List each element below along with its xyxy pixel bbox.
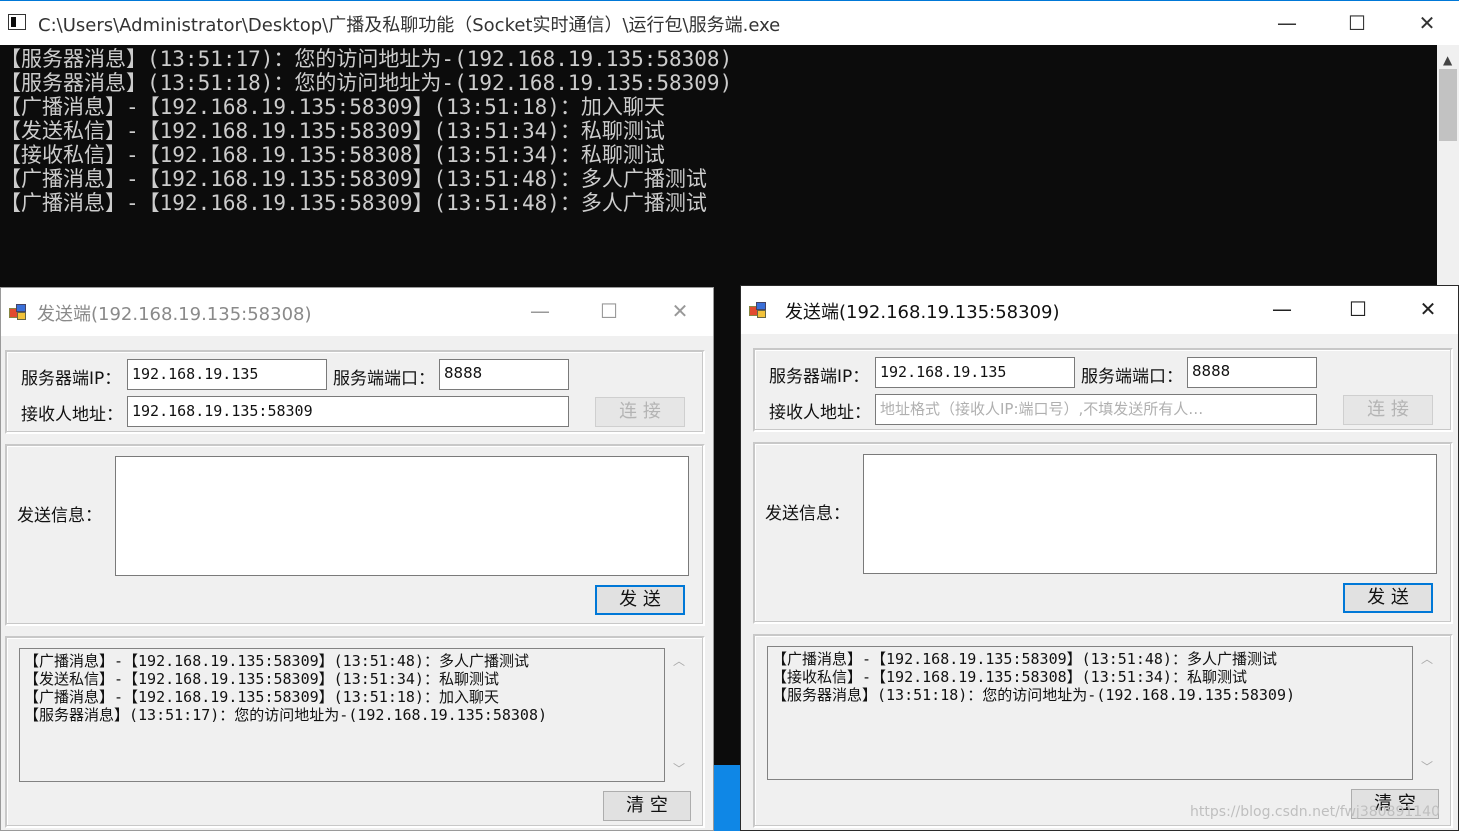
- recipient-label: 接收人地址：: [769, 403, 871, 423]
- console-minimize-button[interactable]: —: [1252, 1, 1322, 45]
- console-close-button[interactable]: ✕: [1392, 1, 1459, 45]
- client2-minimize-button[interactable]: —: [1247, 286, 1317, 332]
- server-port-label: 服务端端口：: [1081, 367, 1183, 387]
- client1-minimize-button[interactable]: —: [505, 288, 575, 334]
- log-line: 【广播消息】-【192.168.19.135:58309】(13:51:18)：…: [24, 688, 499, 706]
- client2-message-log[interactable]: 【广播消息】-【192.168.19.135:58309】(13:51:48)：…: [767, 646, 1413, 780]
- scroll-down-icon[interactable]: ﹀: [1421, 758, 1433, 775]
- client-window-58309: 发送端(192.168.19.135:58309) — ☐ ✕ 服务器端IP： …: [740, 285, 1459, 831]
- log-line: 【接收私信】-【192.168.19.135:58308】(13:51:34)：…: [772, 668, 1247, 686]
- app-icon: [749, 302, 767, 318]
- log-line: 【发送私信】-【192.168.19.135:58309】(13:51:34)：…: [24, 670, 499, 688]
- message-textarea[interactable]: [863, 454, 1437, 574]
- send-button[interactable]: 发 送: [1343, 583, 1433, 613]
- console-title-bar[interactable]: C:\Users\Administrator\Desktop\广播及私聊功能（S…: [0, 0, 1459, 45]
- message-label: 发送信息：: [17, 506, 102, 526]
- scroll-up-icon[interactable]: ▲: [1443, 53, 1452, 67]
- console-scroll-thumb[interactable]: [1439, 69, 1457, 141]
- console-line: 【服务器消息】(13:51:18)：您的访问地址为-(192.168.19.13…: [0, 71, 733, 95]
- client1-title: 发送端(192.168.19.135:58308): [37, 304, 312, 325]
- client2-close-button[interactable]: ✕: [1393, 286, 1458, 332]
- console-line: 【广播消息】-【192.168.19.135:58309】(13:51:48)：…: [0, 191, 707, 215]
- log-line: 【广播消息】-【192.168.19.135:58309】(13:51:48)：…: [772, 650, 1277, 668]
- console-line: 【发送私信】-【192.168.19.135:58309】(13:51:34)：…: [0, 119, 665, 143]
- client1-title-bar[interactable]: 发送端(192.168.19.135:58308) — ☐ ✕: [1, 288, 713, 336]
- console-app-icon: [8, 14, 26, 30]
- server-ip-label: 服务器端IP：: [769, 367, 870, 387]
- console-title: C:\Users\Administrator\Desktop\广播及私聊功能（S…: [38, 15, 781, 36]
- console-output: 【服务器消息】(13:51:17)：您的访问地址为-(192.168.19.13…: [0, 45, 1436, 289]
- message-textarea[interactable]: [115, 456, 689, 576]
- console-line: 【接收私信】-【192.168.19.135:58308】(13:51:34)：…: [0, 143, 665, 167]
- app-icon: [9, 304, 27, 320]
- log-line: 【服务器消息】(13:51:18)：您的访问地址为-(192.168.19.13…: [772, 686, 1296, 704]
- clear-button[interactable]: 清 空: [603, 791, 691, 821]
- scroll-up-icon[interactable]: ︿: [1421, 650, 1433, 667]
- message-label: 发送信息：: [765, 504, 850, 524]
- client1-maximize-button[interactable]: ☐: [574, 288, 644, 334]
- client1-close-button[interactable]: ✕: [645, 288, 713, 334]
- connect-button[interactable]: 连 接: [1343, 395, 1433, 425]
- taskbar-strip: [714, 765, 740, 831]
- server-ip-input[interactable]: 192.168.19.135: [127, 359, 327, 390]
- connect-button[interactable]: 连 接: [595, 397, 685, 427]
- client2-title-bar[interactable]: 发送端(192.168.19.135:58309) — ☐ ✕: [741, 286, 1458, 334]
- console-line: 【广播消息】-【192.168.19.135:58309】(13:51:48)：…: [0, 167, 707, 191]
- server-port-input[interactable]: 8888: [1187, 357, 1317, 388]
- server-ip-input[interactable]: 192.168.19.135: [875, 357, 1075, 388]
- log-line: 【广播消息】-【192.168.19.135:58309】(13:51:48)：…: [24, 652, 529, 670]
- console-line: 【广播消息】-【192.168.19.135:58309】(13:51:18)：…: [0, 95, 665, 119]
- scroll-down-icon[interactable]: ﹀: [673, 760, 685, 777]
- log-line: 【服务器消息】(13:51:17)：您的访问地址为-(192.168.19.13…: [24, 706, 548, 724]
- client2-title: 发送端(192.168.19.135:58309): [785, 302, 1060, 323]
- client-window-58308: 发送端(192.168.19.135:58308) — ☐ ✕ 服务器端IP： …: [0, 287, 714, 831]
- recipient-label: 接收人地址：: [21, 405, 123, 425]
- server-port-label: 服务端端口：: [333, 369, 435, 389]
- client1-message-log[interactable]: 【广播消息】-【192.168.19.135:58309】(13:51:48)：…: [19, 648, 665, 782]
- server-ip-label: 服务器端IP：: [21, 369, 122, 389]
- console-maximize-button[interactable]: ☐: [1322, 1, 1392, 45]
- watermark: https://blog.csdn.net/fwj380891140: [1190, 804, 1440, 820]
- scroll-up-icon[interactable]: ︿: [673, 652, 685, 669]
- console-line: 【服务器消息】(13:51:17)：您的访问地址为-(192.168.19.13…: [0, 47, 733, 71]
- recipient-input[interactable]: 192.168.19.135:58309: [127, 396, 569, 427]
- client2-maximize-button[interactable]: ☐: [1323, 286, 1393, 332]
- server-port-input[interactable]: 8888: [439, 359, 569, 390]
- recipient-input[interactable]: 地址格式（接收人IP:端口号）,不填发送所有人…: [875, 394, 1317, 425]
- send-button[interactable]: 发 送: [595, 585, 685, 615]
